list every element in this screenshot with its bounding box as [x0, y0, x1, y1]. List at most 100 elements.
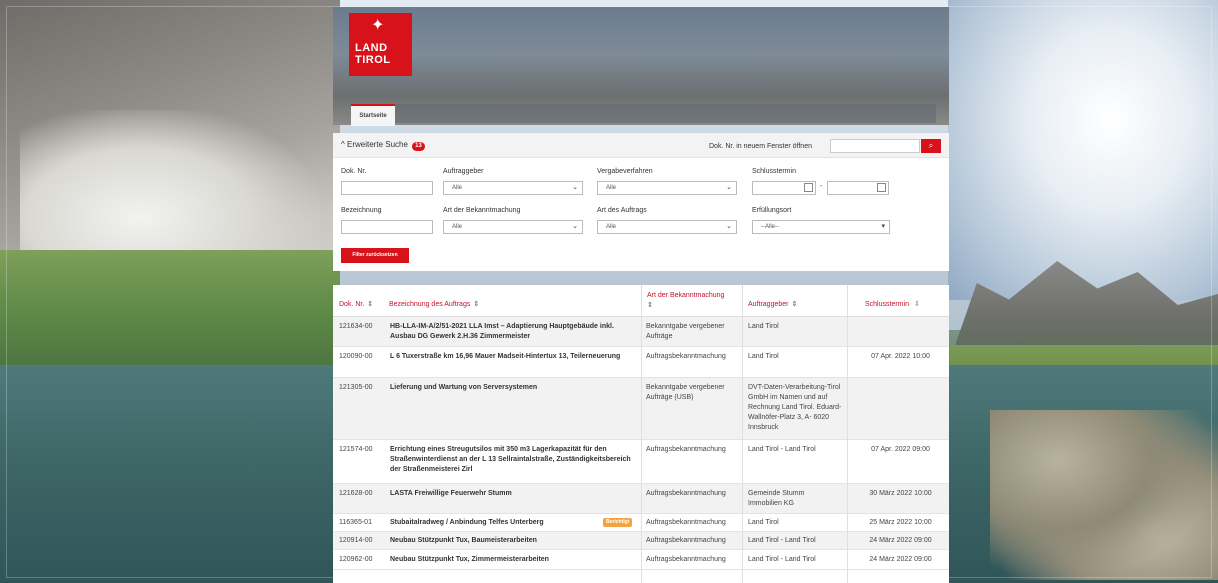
- date-separator: -: [820, 183, 823, 190]
- column-divider: [742, 285, 743, 583]
- header-dok-nr-label: Dok. Nr.: [339, 301, 365, 308]
- chevron-down-icon: ⌄: [572, 223, 578, 230]
- search-panel: ^ Erweiterte Suche 13 Dok. Nr. in neuem …: [333, 133, 949, 271]
- cell-auftraggeber: Land Tirol: [748, 519, 779, 526]
- auftraggeber-value: Alle: [452, 185, 463, 191]
- header-schlusstermin[interactable]: Schlusstermin ⇩: [847, 285, 949, 317]
- art-bekanntmachung-value: Alle: [452, 224, 463, 230]
- cell-title[interactable]: Stubaitalradweg / Anbindung Telfes Unter…: [390, 518, 590, 528]
- header-bezeichnung-label: Bezeichnung des Auftrags: [389, 301, 471, 308]
- header-auftraggeber[interactable]: Auftraggeber ⇕: [742, 285, 847, 317]
- sort-icon: ⇕: [367, 301, 374, 308]
- cell-schlusstermin: 25 März 2022 10:00: [869, 519, 932, 526]
- cell-dok-nr: 121628-00: [339, 490, 373, 497]
- cell-schlusstermin: 07 Apr. 2022 10:00: [871, 353, 930, 360]
- logo-text-tirol: TIROL: [355, 54, 391, 66]
- eagle-icon: ✦: [371, 17, 385, 34]
- cell-art: Auftragsbekanntmachung: [646, 537, 726, 544]
- cell-title[interactable]: L 6 Tuxerstraße km 16,96 Mauer Madseit-H…: [390, 352, 635, 362]
- results-table: Dok. Nr. ⇕ Bezeichnung des Auftrags ⇕ Art …: [333, 285, 949, 583]
- nav-tab-startseite[interactable]: Startseite: [351, 104, 395, 126]
- search-icon: ⌕: [928, 141, 934, 150]
- sort-icon: ⇕: [791, 301, 798, 308]
- cell-title[interactable]: Lieferung und Wartung von Serversystemen: [390, 383, 635, 393]
- search-button[interactable]: ⌕: [921, 139, 941, 153]
- cell-art: Bekanntgabe vergebener Aufträge (USB): [646, 384, 725, 401]
- cell-auftraggeber: Land Tirol - Land Tirol: [748, 537, 816, 544]
- chevron-down-icon: ⌄: [572, 184, 578, 191]
- label-auftraggeber: Auftraggeber: [443, 168, 484, 175]
- cell-title[interactable]: Errichtung eines Streugutsilos mit 350 m…: [390, 445, 635, 475]
- label-erfuellungsort: Erfüllungsort: [752, 207, 792, 214]
- background-rocks-right: [990, 410, 1218, 580]
- cell-auftraggeber: Land Tirol - Land Tirol: [748, 556, 816, 563]
- cell-auftraggeber: DVT-Daten-Verarbeitung-Tirol GmbH im Nam…: [748, 384, 842, 431]
- cell-title[interactable]: Neubau Stützpunkt Tux, Zimmermeisterarbe…: [390, 555, 635, 565]
- header-art-label: Art der Bekanntmachung: [647, 292, 725, 299]
- label-schlusstermin: Schlusstermin: [752, 168, 796, 175]
- cell-schlusstermin: 24 März 2022 09:00: [869, 556, 932, 563]
- label-art-auftrag: Art des Auftrags: [597, 207, 647, 214]
- cell-dok-nr: 120090-00: [339, 353, 373, 360]
- cell-art: Auftragsbekanntmachung: [646, 490, 726, 497]
- filter-count-badge: 13: [412, 142, 425, 151]
- cell-dok-nr: 121574-00: [339, 446, 373, 453]
- auftraggeber-select[interactable]: Alle ⌄: [443, 181, 583, 195]
- status-badge: Berichtigt: [603, 518, 633, 527]
- cell-title[interactable]: Neubau Stützpunkt Tux, Baumeisterarbeite…: [390, 536, 635, 546]
- chevron-up-icon: ^: [341, 140, 345, 149]
- vergabeverfahren-value: Alle: [606, 185, 617, 191]
- art-auftrag-select[interactable]: Alle ⌄: [597, 220, 737, 234]
- label-bezeichnung: Bezeichnung: [341, 207, 382, 214]
- column-divider: [847, 285, 848, 583]
- erfuellungsort-value: --Alle--: [761, 224, 779, 230]
- art-bekanntmachung-select[interactable]: Alle ⌄: [443, 220, 583, 234]
- vergabeverfahren-select[interactable]: Alle ⌄: [597, 181, 737, 195]
- header-art[interactable]: Art der Bekanntmachung ⇕: [641, 285, 742, 317]
- bezeichnung-input[interactable]: [341, 220, 433, 234]
- chevron-down-icon: ▾: [881, 223, 885, 230]
- advanced-search-toggle[interactable]: ^ Erweiterte Suche 13: [341, 140, 425, 151]
- label-dok-nr: Dok. Nr.: [341, 168, 367, 175]
- cell-art: Auftragsbekanntmachung: [646, 556, 726, 563]
- background-meadow-left: [0, 250, 340, 370]
- search-header: ^ Erweiterte Suche 13 Dok. Nr. in neuem …: [333, 133, 949, 158]
- art-auftrag-value: Alle: [606, 224, 617, 230]
- main-nav-bar: [351, 104, 936, 123]
- cell-art: Bekanntgabe vergebener Aufträge: [646, 323, 725, 340]
- background-clouds-right: [948, 0, 1218, 300]
- cell-dok-nr: 121305-00: [339, 384, 373, 391]
- cell-auftraggeber: Gemeinde Stumm Immobilien KG: [748, 490, 805, 507]
- cell-dok-nr: 120914-00: [339, 537, 373, 544]
- advanced-search-label: Erweiterte Suche: [347, 140, 408, 149]
- land-tirol-logo[interactable]: ✦ LAND TIROL: [349, 13, 412, 76]
- sort-desc-icon: ⇩: [911, 301, 920, 308]
- calendar-icon[interactable]: [804, 183, 813, 192]
- cell-schlusstermin: 30 März 2022 10:00: [869, 490, 932, 497]
- chevron-down-icon: ⌄: [726, 184, 732, 191]
- reset-filter-button[interactable]: Filter zurücksetzen: [341, 248, 409, 263]
- logo-text-land: LAND: [355, 42, 388, 54]
- header-dok-nr[interactable]: Dok. Nr. ⇕: [333, 285, 383, 317]
- column-divider: [641, 285, 642, 583]
- doc-number-input[interactable]: [830, 139, 920, 153]
- cell-title[interactable]: HB-LLA-IM-A/2/51-2021 LLA Imst – Adaptie…: [390, 322, 635, 342]
- calendar-icon[interactable]: [877, 183, 886, 192]
- cell-art: Auftragsbekanntmachung: [646, 519, 726, 526]
- erfuellungsort-select[interactable]: --Alle-- ▾: [752, 220, 890, 234]
- cell-auftraggeber: Land Tirol - Land Tirol: [748, 446, 816, 453]
- label-vergabeverfahren: Vergabeverfahren: [597, 168, 653, 175]
- cell-auftraggeber: Land Tirol: [748, 353, 779, 360]
- cell-auftraggeber: Land Tirol: [748, 323, 779, 330]
- label-art-bekanntmachung: Art der Bekanntmachung: [443, 207, 521, 214]
- cell-title[interactable]: LASTA Freiwillige Feuerwehr Stumm: [390, 489, 635, 499]
- open-doc-label: Dok. Nr. in neuem Fenster öffnen: [709, 143, 812, 150]
- cell-schlusstermin: 24 März 2022 09:00: [869, 537, 932, 544]
- dok-nr-input[interactable]: [341, 181, 433, 195]
- header-schlusstermin-label: Schlusstermin: [865, 301, 909, 308]
- sort-icon: ⇕: [473, 301, 480, 308]
- cell-art: Auftragsbekanntmachung: [646, 446, 726, 453]
- sort-icon: ⇕: [647, 302, 653, 309]
- header-bezeichnung[interactable]: Bezeichnung des Auftrags ⇕: [383, 285, 641, 317]
- cell-art: Auftragsbekanntmachung: [646, 353, 726, 360]
